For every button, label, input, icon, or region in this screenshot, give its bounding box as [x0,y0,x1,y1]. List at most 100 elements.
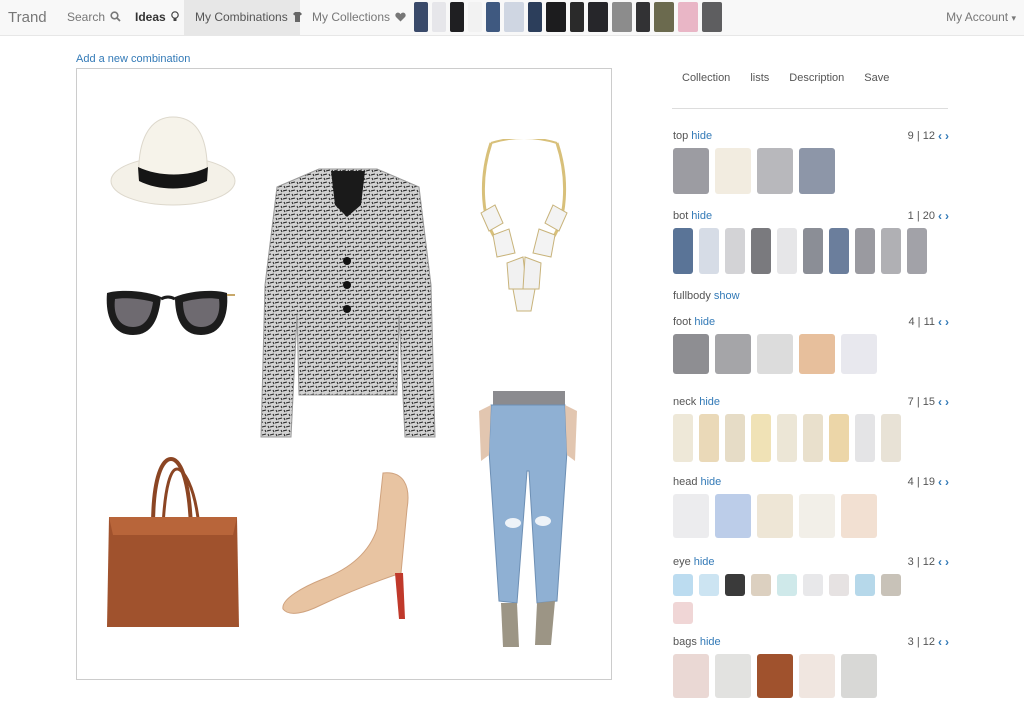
eye-item-thumbnail[interactable] [881,574,901,596]
bags-item-thumbnail[interactable] [715,654,751,698]
leather-tote-bag-image[interactable] [105,455,241,631]
eye-item-thumbnail[interactable] [829,574,849,596]
chevron-left-icon[interactable]: ‹ [938,209,942,223]
bot-item-thumbnail[interactable] [881,228,901,274]
eye-item-thumbnail[interactable] [725,574,745,596]
bot-item-thumbnail[interactable] [699,228,719,274]
bags-item-thumbnail[interactable] [673,654,709,698]
jeans-dark-thumb[interactable] [414,2,428,32]
top-item-thumbnail[interactable] [757,148,793,194]
bags-item-thumbnail[interactable] [841,654,877,698]
tab-lists[interactable]: lists [740,70,779,86]
foot-item-thumbnail[interactable] [841,334,877,374]
eye-item-thumbnail[interactable] [751,574,771,596]
top-light-thumb[interactable] [504,2,524,32]
statement-necklace-image[interactable] [473,139,575,315]
sunglasses-image[interactable] [103,287,237,341]
head-item-thumbnail[interactable] [799,494,835,538]
head-item-thumbnail[interactable] [841,494,877,538]
eye-item-thumbnail[interactable] [673,602,693,624]
tab-collection[interactable]: Collection [672,70,740,86]
pants-white-thumb[interactable] [468,2,482,32]
fedora-hat-image[interactable] [109,111,237,209]
foot-item-thumbnail[interactable] [757,334,793,374]
chevron-left-icon[interactable]: ‹ [938,475,942,489]
head-item-thumbnail[interactable] [673,494,709,538]
show-toggle-link[interactable]: show [714,290,740,302]
my-account-menu[interactable]: My Account ▾ [946,0,1016,35]
dress-navy-thumb[interactable] [528,2,542,32]
jacket-gray-thumb[interactable] [702,2,722,32]
chevron-right-icon[interactable]: › [945,635,949,649]
coat-black-thumb[interactable] [636,2,650,32]
chevron-left-icon[interactable]: ‹ [938,315,942,329]
bags-item-thumbnail[interactable] [799,654,835,698]
bot-item-thumbnail[interactable] [673,228,693,274]
tab-description[interactable]: Description [779,70,854,86]
chevron-right-icon[interactable]: › [945,475,949,489]
bot-item-thumbnail[interactable] [829,228,849,274]
hide-toggle-link[interactable]: hide [694,556,715,568]
jacket-olive-thumb[interactable] [654,2,674,32]
foot-item-thumbnail[interactable] [673,334,709,374]
top-item-thumbnail[interactable] [799,148,835,194]
bot-item-thumbnail[interactable] [803,228,823,274]
bags-item-thumbnail[interactable] [757,654,793,698]
nav-my-combinations[interactable]: My Combinations [184,0,303,35]
neck-item-thumbnail[interactable] [829,414,849,462]
brand-logo[interactable]: Trand [8,9,47,26]
chevron-left-icon[interactable]: ‹ [938,635,942,649]
nude-pump-heel-image[interactable] [279,469,417,625]
hide-toggle-link[interactable]: hide [691,210,712,222]
hide-toggle-link[interactable]: hide [691,130,712,142]
head-item-thumbnail[interactable] [757,494,793,538]
ripped-jeans-image[interactable] [477,391,579,651]
eye-item-thumbnail[interactable] [855,574,875,596]
neck-item-thumbnail[interactable] [751,414,771,462]
coat-gray-thumb[interactable] [612,2,632,32]
add-new-combination-link[interactable]: Add a new combination [76,53,190,65]
neck-item-thumbnail[interactable] [777,414,797,462]
jacket-black-thumb[interactable] [546,2,566,32]
chevron-right-icon[interactable]: › [945,209,949,223]
bot-item-thumbnail[interactable] [907,228,927,274]
bot-item-thumbnail[interactable] [855,228,875,274]
jacket-pink-thumb[interactable] [678,2,698,32]
nav-search[interactable]: Search [56,0,132,35]
hide-toggle-link[interactable]: hide [700,636,721,648]
hide-toggle-link[interactable]: hide [699,396,720,408]
neck-item-thumbnail[interactable] [855,414,875,462]
neck-item-thumbnail[interactable] [725,414,745,462]
chevron-left-icon[interactable]: ‹ [938,129,942,143]
eye-item-thumbnail[interactable] [777,574,797,596]
foot-item-thumbnail[interactable] [715,334,751,374]
jeans-blue-thumb[interactable] [486,2,500,32]
chevron-left-icon[interactable]: ‹ [938,395,942,409]
eye-item-thumbnail[interactable] [699,574,719,596]
neck-item-thumbnail[interactable] [803,414,823,462]
bot-item-thumbnail[interactable] [751,228,771,274]
chevron-right-icon[interactable]: › [945,129,949,143]
hide-toggle-link[interactable]: hide [700,476,721,488]
foot-item-thumbnail[interactable] [799,334,835,374]
neck-item-thumbnail[interactable] [699,414,719,462]
head-item-thumbnail[interactable] [715,494,751,538]
chevron-right-icon[interactable]: › [945,395,949,409]
chevron-right-icon[interactable]: › [945,555,949,569]
bot-item-thumbnail[interactable] [725,228,745,274]
hide-toggle-link[interactable]: hide [694,316,715,328]
pants-dark-thumb[interactable] [570,2,584,32]
tweed-blazer-image[interactable] [259,165,437,443]
nav-my-collections[interactable]: My Collections [301,0,417,35]
eye-item-thumbnail[interactable] [673,574,693,596]
neck-item-thumbnail[interactable] [673,414,693,462]
nav-ideas[interactable]: Ideas [124,0,190,35]
leather-jacket-thumb[interactable] [588,2,608,32]
top-item-thumbnail[interactable] [715,148,751,194]
chevron-left-icon[interactable]: ‹ [938,555,942,569]
tab-save[interactable]: Save [854,70,899,86]
pants-light-thumb[interactable] [432,2,446,32]
chevron-right-icon[interactable]: › [945,315,949,329]
bot-item-thumbnail[interactable] [777,228,797,274]
top-item-thumbnail[interactable] [673,148,709,194]
